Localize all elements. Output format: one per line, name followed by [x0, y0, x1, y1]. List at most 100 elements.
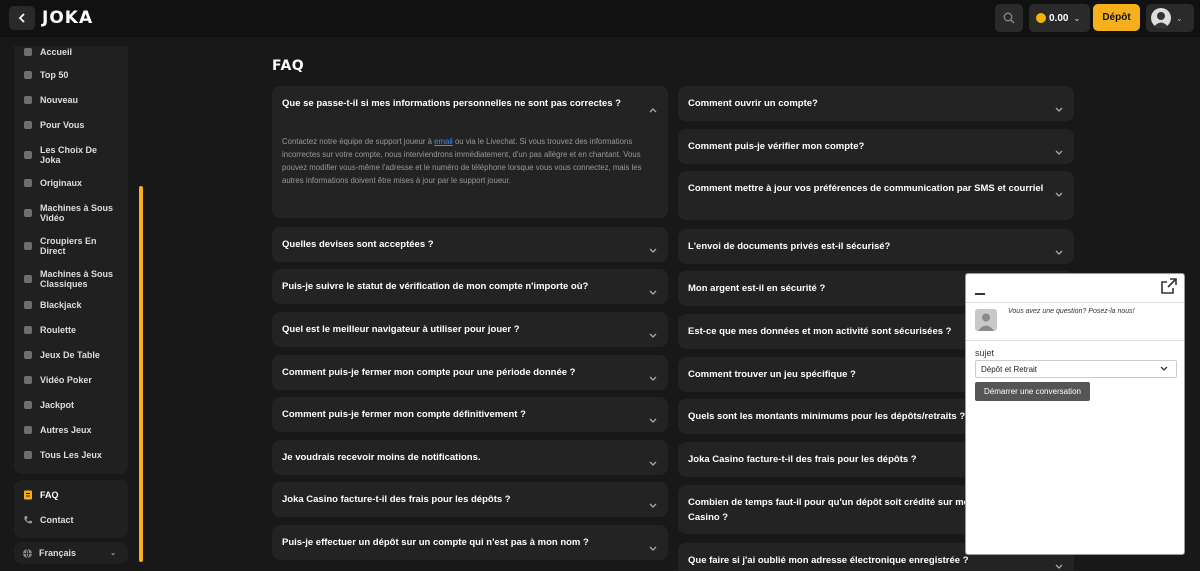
faq-question: Comment puis-je fermer mon compte défini… [282, 409, 526, 420]
sidebar-item[interactable]: Machines à Sous Vidéo [22, 203, 120, 223]
crown-icon [22, 150, 33, 161]
chevron-down-icon: ⌄ [1176, 13, 1183, 23]
faq-question: Comment mettre à jour vos préférences de… [688, 183, 1044, 194]
user-icon [22, 119, 33, 130]
agent-avatar-icon [975, 309, 997, 331]
faq-question: Que faire si j'ai oublié mon adresse éle… [688, 555, 969, 566]
chat-prompt: Vous avez une question? Posez-la nous! [1008, 308, 1135, 315]
poker-chip-icon [22, 374, 33, 385]
sidebar-item[interactable]: Roulette [22, 324, 76, 335]
faq-item[interactable]: Que se passe-t-il si mes informations pe… [272, 86, 668, 218]
dice-icon [22, 349, 33, 360]
sidebar: Accueil Top 50 Nouveau Pour Vous Les Choix D… [14, 46, 128, 474]
faq-question: Puis-je suivre le statut de vérification… [282, 281, 589, 292]
sidebar-item-contact[interactable]: Contact [22, 514, 74, 525]
sidebar-item[interactable]: Autres Jeux [22, 424, 92, 435]
balance-amount: 0.00 [1049, 12, 1069, 24]
chevron-down-icon [649, 411, 657, 423]
faq-item[interactable]: Quel est le meilleur navigateur à utilis… [272, 312, 668, 347]
phone-icon [22, 514, 33, 525]
jackpot-icon [22, 399, 33, 410]
faq-question: Quelles devises sont acceptées ? [282, 239, 434, 250]
sidebar-scrollbar[interactable] [139, 186, 143, 562]
faq-item[interactable]: Comment puis-je fermer mon compte défini… [272, 397, 668, 432]
balance-button[interactable]: 0.00 ⌄ [1029, 4, 1090, 32]
sidebar-bottom-links: FAQ Contact [14, 480, 128, 538]
language-selector[interactable]: Français ⌄ [14, 542, 128, 564]
sidebar-item-label: Croupiers En Direct [40, 236, 97, 256]
faq-item[interactable]: Comment puis-je fermer mon compte pour u… [272, 355, 668, 390]
back-button[interactable] [9, 6, 35, 30]
faq-question: Comment ouvrir un compte? [688, 98, 818, 109]
faq-answer: Contactez notre équipe de support joueur… [282, 135, 652, 187]
chevron-down-icon [1055, 243, 1063, 255]
sidebar-item-label: Top 50 [40, 69, 69, 80]
cherry-icon [22, 274, 33, 285]
faq-item[interactable]: Joka Casino facture-t-il des frais pour … [272, 482, 668, 517]
top-bar: JOKA 0.00 ⌄ Dépôt ⌄ [0, 0, 1200, 37]
sidebar-item[interactable]: Accueil [22, 46, 72, 57]
sidebar-item[interactable]: Blackjack [22, 299, 82, 310]
start-conversation-button[interactable]: Démarrer une conversation [975, 382, 1090, 401]
faq-item[interactable]: Quelles devises sont acceptées ? [272, 227, 668, 262]
sidebar-item-faq[interactable]: FAQ [22, 489, 59, 500]
chevron-down-icon [649, 283, 657, 295]
sidebar-item[interactable]: Top 50 [22, 69, 68, 80]
faq-item[interactable]: Comment mettre à jour vos préférences de… [678, 171, 1074, 220]
chevron-down-icon [649, 454, 657, 466]
star-icon [22, 94, 33, 105]
sidebar-item-label: Pour Vous [40, 119, 85, 130]
popout-icon[interactable] [1161, 278, 1177, 299]
logo[interactable]: JOKA [42, 8, 93, 28]
chevron-down-icon [1160, 366, 1168, 371]
sidebar-item-label: Jeux De Table [40, 349, 100, 360]
faq-item[interactable]: Puis-je suivre le statut de vérification… [272, 269, 668, 304]
sidebar-item-label: Blackjack [40, 299, 82, 310]
coin-icon [1036, 13, 1046, 23]
user-menu-button[interactable]: ⌄ [1146, 4, 1194, 32]
minimize-button[interactable] [975, 293, 985, 295]
sidebar-item[interactable]: Croupiers En Direct [22, 236, 120, 256]
faq-question: Comment puis-je fermer mon compte pour u… [282, 367, 576, 378]
subject-select[interactable]: Dépôt et Retrait [975, 360, 1177, 378]
sidebar-item-label: Nouveau [40, 94, 79, 105]
deposit-button[interactable]: Dépôt [1093, 4, 1140, 31]
sidebar-item[interactable]: Les Choix De Joka [22, 145, 120, 165]
email-link[interactable]: email [434, 137, 453, 146]
chevron-down-icon: ⌄ [110, 550, 116, 557]
chevron-down-icon [649, 539, 657, 551]
avatar-icon [1151, 8, 1171, 28]
search-icon [1003, 12, 1015, 24]
faq-item[interactable]: L'envoi de documents privés est-il sécur… [678, 229, 1074, 264]
roulette-icon [22, 324, 33, 335]
gamepad-icon [22, 424, 33, 435]
chevron-down-icon [649, 241, 657, 253]
faq-item[interactable]: Comment ouvrir un compte? [678, 86, 1074, 121]
faq-icon [22, 489, 33, 500]
sidebar-item-label: Les Choix De Joka [40, 145, 98, 165]
faq-item[interactable]: Je voudrais recevoir moins de notificati… [272, 440, 668, 475]
rocket-icon [22, 69, 33, 80]
faq-item[interactable]: Comment puis-je vérifier mon compte? [678, 129, 1074, 164]
sidebar-item[interactable]: Vidéo Poker [22, 374, 92, 385]
chevron-down-icon [1055, 143, 1063, 155]
sidebar-item[interactable]: Tous Les Jeux [22, 449, 102, 460]
sidebar-item-label: Originaux [40, 177, 83, 188]
sidebar-item[interactable]: Jackpot [22, 399, 74, 410]
sidebar-item[interactable]: Pour Vous [22, 119, 84, 130]
search-button[interactable] [995, 4, 1023, 32]
sidebar-item-label: Contact [40, 514, 74, 525]
faq-item[interactable]: Puis-je effectuer un dépôt sur un compte… [272, 525, 668, 560]
sidebar-item[interactable]: Machines à Sous Classiques [22, 269, 120, 289]
subject-label: sujet [975, 348, 995, 358]
j-icon [22, 177, 33, 188]
faq-question: Comment puis-je vérifier mon compte? [688, 141, 865, 152]
sidebar-item-label: FAQ [40, 489, 59, 500]
faq-question: Je voudrais recevoir moins de notificati… [282, 452, 481, 463]
sidebar-item-label: Roulette [40, 324, 76, 335]
sidebar-item[interactable]: Jeux De Table [22, 349, 100, 360]
chevron-up-icon [649, 100, 657, 113]
sidebar-item[interactable]: Nouveau [22, 94, 78, 105]
sidebar-item-label: Machines à Sous Classiques [40, 269, 114, 289]
sidebar-item[interactable]: Originaux [22, 177, 82, 188]
